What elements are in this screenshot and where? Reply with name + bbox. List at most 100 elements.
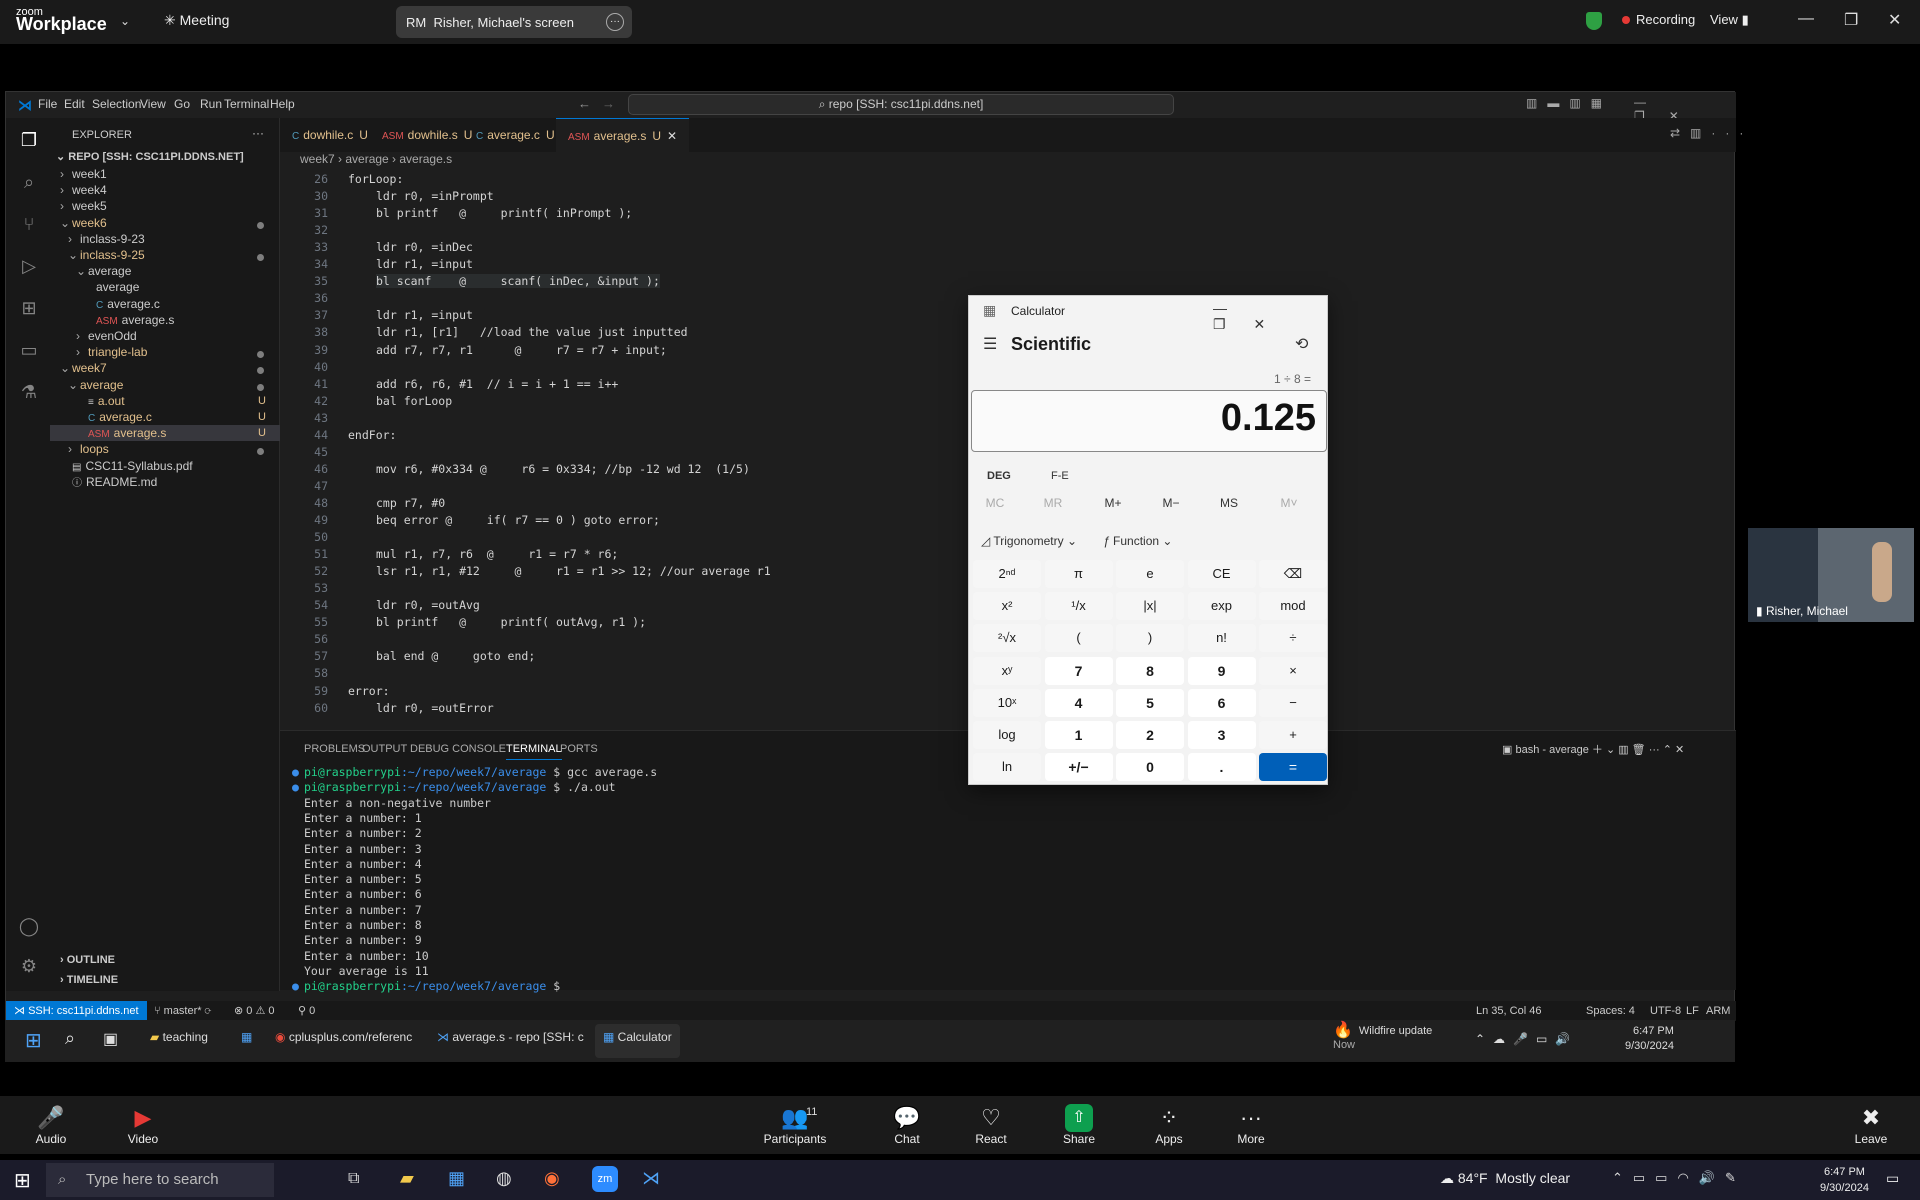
panel-tab-ports[interactable]: PORTS bbox=[560, 743, 598, 755]
func-button[interactable]: π bbox=[1044, 560, 1113, 588]
tab-average-s[interactable]: ASM average.s U ✕ bbox=[556, 118, 690, 152]
func-button[interactable]: log bbox=[973, 721, 1041, 749]
outline-section[interactable]: › OUTLINE bbox=[60, 954, 115, 966]
panel-tab-output[interactable]: OUTPUT bbox=[362, 743, 407, 755]
search-icon[interactable]: ⌕ bbox=[18, 172, 40, 194]
menu-file[interactable]: File bbox=[38, 97, 57, 111]
apps-button[interactable]: ⁘ Apps bbox=[1134, 1104, 1204, 1146]
menu-go[interactable]: Go bbox=[174, 97, 190, 111]
more-icon[interactable]: ··· bbox=[606, 13, 624, 31]
func-button[interactable]: ( bbox=[1044, 624, 1113, 653]
file-explorer-icon[interactable]: ▰ bbox=[400, 1168, 414, 1189]
func-button[interactable]: ²√x bbox=[973, 624, 1041, 653]
terminal-instance[interactable]: ▣ bash - average ＋ ⌄ ▥ 🗑 ··· ⌃ ✕ bbox=[1502, 741, 1684, 757]
tree-item[interactable]: › loops bbox=[50, 441, 280, 457]
share-button[interactable]: ⇧ Share bbox=[1044, 1104, 1114, 1146]
weather-widget[interactable]: ☁ 84°F Mostly clear bbox=[1440, 1170, 1570, 1187]
tree-item[interactable]: ASM average.s bbox=[50, 312, 280, 328]
digit-4-button[interactable]: 4 bbox=[1044, 688, 1113, 717]
func-button[interactable]: ) bbox=[1116, 624, 1184, 653]
tree-item[interactable]: › week1 bbox=[50, 166, 280, 182]
windows-clock[interactable]: 6:47 PM 9/30/2024 bbox=[1820, 1164, 1869, 1196]
digit-1-button[interactable]: 1 bbox=[1044, 721, 1113, 749]
func-button[interactable]: ln bbox=[973, 753, 1041, 782]
meeting-button[interactable]: ✳ Meeting bbox=[164, 12, 229, 29]
view-button[interactable]: View ▮ bbox=[1710, 12, 1749, 28]
taskbar-item-chrome[interactable]: ◉ cplusplus.com/referenc bbox=[275, 1030, 412, 1044]
func-button[interactable]: mod bbox=[1259, 592, 1327, 621]
audio-button[interactable]: 🎤 Audio bbox=[16, 1104, 86, 1146]
menu-run[interactable]: Run bbox=[200, 97, 222, 111]
tab-dowhile-c[interactable]: Cdowhile.c U bbox=[280, 118, 380, 152]
func-button[interactable]: 10ˣ bbox=[973, 688, 1041, 717]
tree-item[interactable]: ⌄ average bbox=[50, 377, 280, 393]
func-button[interactable]: n! bbox=[1187, 624, 1256, 653]
memory-button-5[interactable]: M˅ bbox=[1269, 496, 1309, 510]
chevron-down-icon[interactable]: ⌄ bbox=[120, 14, 130, 28]
zoom-app-icon[interactable]: zm bbox=[592, 1166, 618, 1192]
tree-item[interactable]: ≡ a.out U bbox=[50, 393, 280, 409]
tree-item[interactable]: › week4 bbox=[50, 182, 280, 198]
menu-help[interactable]: Help bbox=[270, 97, 295, 111]
react-button[interactable]: ♡ React bbox=[956, 1104, 1026, 1146]
branch-status[interactable]: ⑂ master* ⟳ bbox=[154, 1001, 211, 1021]
panel-tab-terminal[interactable]: TERMINAL bbox=[506, 743, 562, 760]
code-editor[interactable]: 26 forLoop: 30 ldr r0, =inPrompt 31 bl printf… bbox=[280, 170, 1620, 730]
digit-9-button[interactable]: 9 bbox=[1187, 656, 1256, 685]
editor-actions[interactable]: ⇄▥··· bbox=[1670, 126, 1753, 140]
memory-button-2[interactable]: M+ bbox=[1093, 496, 1133, 510]
breadcrumb[interactable]: week7 › average › average.s bbox=[300, 152, 452, 166]
history-icon[interactable]: ⟲ bbox=[1295, 334, 1308, 354]
firefox-icon[interactable]: ◉ bbox=[544, 1168, 560, 1189]
func-button[interactable]: ¹/x bbox=[1044, 592, 1113, 621]
tree-item[interactable]: › evenOdd bbox=[50, 328, 280, 344]
function-dropdown[interactable]: ƒ Function ⌄ bbox=[1103, 534, 1172, 548]
chat-button[interactable]: 💬 Chat bbox=[872, 1104, 942, 1146]
tree-item[interactable]: ⌄ average bbox=[50, 263, 280, 279]
windows-start-icon[interactable]: ⊞ bbox=[25, 1028, 42, 1053]
divide-button[interactable]: ÷ bbox=[1259, 624, 1327, 653]
video-button[interactable]: ▶ Video bbox=[108, 1104, 178, 1146]
inner-clock[interactable]: 6:47 PM 9/30/2024 bbox=[1625, 1024, 1674, 1054]
encoding[interactable]: UTF-8 bbox=[1650, 1001, 1681, 1021]
plus-button[interactable]: + bbox=[1259, 721, 1327, 749]
line-ending[interactable]: LF bbox=[1686, 1001, 1699, 1021]
notifications-icon[interactable]: ▭ bbox=[1886, 1170, 1899, 1187]
layout-toggle-icons[interactable]: ▥▬▥▦ bbox=[1526, 96, 1612, 110]
language-mode[interactable]: ARM bbox=[1706, 1001, 1730, 1021]
digit-8-button[interactable]: 8 bbox=[1116, 656, 1184, 685]
testing-icon[interactable]: ⚗ bbox=[18, 382, 40, 404]
command-center-search[interactable]: ⌕ repo [SSH: csc11pi.ddns.net] bbox=[628, 94, 1174, 115]
memory-button-0[interactable]: MC bbox=[975, 496, 1015, 510]
ports-status[interactable]: ⚲ 0 bbox=[298, 1001, 315, 1021]
calculator-app-icon[interactable]: ▦ bbox=[448, 1168, 465, 1189]
indentation[interactable]: Spaces: 4 bbox=[1586, 1001, 1635, 1021]
tree-item[interactable]: › triangle-lab bbox=[50, 344, 280, 360]
tree-item[interactable]: Caverage.c bbox=[50, 296, 280, 312]
tree-item[interactable]: Caverage.c U bbox=[50, 409, 280, 425]
more-actions-icon[interactable]: ··· bbox=[252, 126, 264, 140]
taskbar-item-vscode[interactable]: ⋊ average.s - repo [SSH: c bbox=[437, 1030, 584, 1044]
repo-section-header[interactable]: ⌄ REPO [SSH: CSC11PI.DDNS.NET] bbox=[56, 150, 244, 163]
more-button[interactable]: ··· More bbox=[1216, 1104, 1286, 1146]
vscode-app-icon[interactable]: ⋊ bbox=[642, 1168, 660, 1189]
tree-item[interactable]: ⌄ week6 bbox=[50, 215, 280, 231]
windows-start-icon[interactable]: ⊞ bbox=[14, 1168, 31, 1193]
task-view-icon[interactable]: ⧉ bbox=[348, 1170, 359, 1188]
calculator-app-icon[interactable]: ▦ bbox=[241, 1030, 252, 1044]
digit-2-button[interactable]: 2 bbox=[1116, 721, 1184, 749]
func-button[interactable]: xʸ bbox=[973, 656, 1041, 685]
leave-button[interactable]: ✖ Leave bbox=[1836, 1104, 1906, 1146]
source-control-icon[interactable]: ⑂ bbox=[18, 214, 40, 236]
multiply-button[interactable]: × bbox=[1259, 656, 1327, 685]
explorer-icon[interactable]: ❐ bbox=[18, 130, 40, 152]
digit-5-button[interactable]: 5 bbox=[1116, 688, 1184, 717]
calculator-window-controls[interactable]: —❐✕ bbox=[1213, 300, 1327, 333]
tree-item[interactable]: › week5 bbox=[50, 198, 280, 214]
weather-widget[interactable]: 🔥 Wildfire update Now bbox=[1333, 1023, 1432, 1052]
restore-icon[interactable]: ❐ bbox=[1844, 10, 1858, 30]
screen-share-pill[interactable]: RM Risher, Michael's screen ··· bbox=[396, 6, 632, 38]
close-icon[interactable]: ✕ bbox=[1888, 10, 1901, 30]
decimal-button[interactable]: . bbox=[1187, 753, 1256, 782]
tree-item[interactable]: ⌄ week7 bbox=[50, 360, 280, 376]
